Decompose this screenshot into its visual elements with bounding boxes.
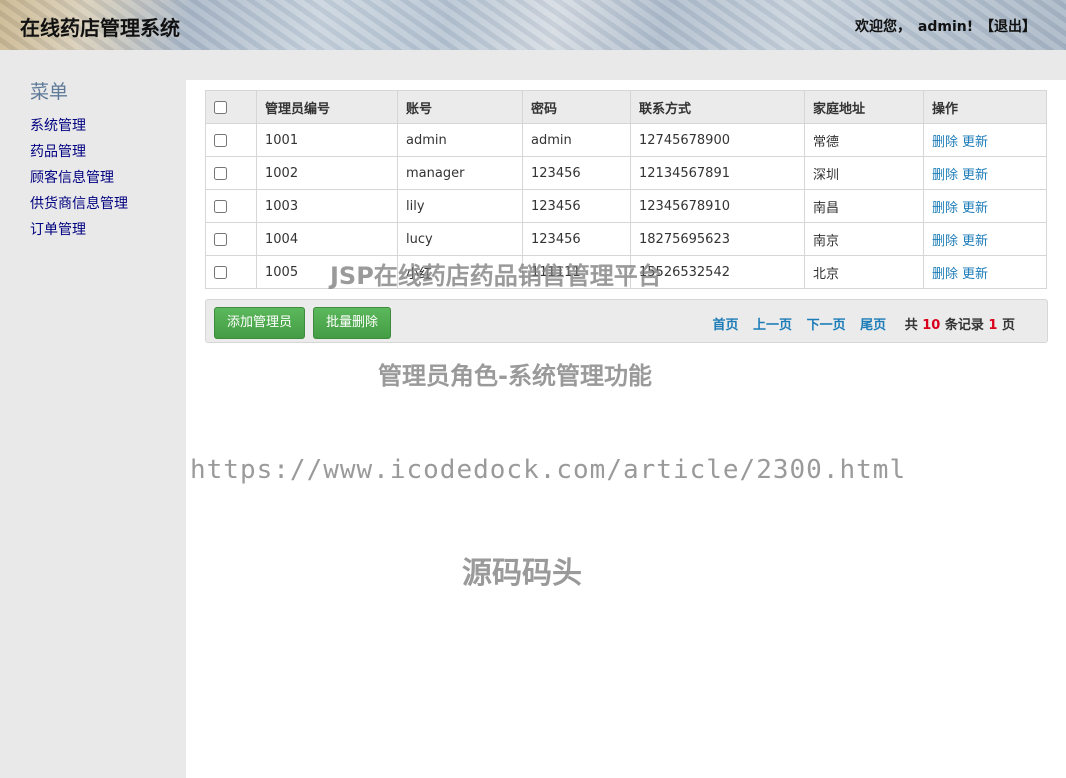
column-header: 操作 (923, 90, 1047, 124)
table-toolbar: 添加管理员 批量删除 首页 上一页 下一页 尾页 共 10 条记录 1 页 (205, 299, 1048, 343)
pagination: 首页 上一页 下一页 尾页 共 10 条记录 1 页 (703, 314, 1016, 333)
site-title: 在线药店管理系统 (20, 16, 180, 40)
delete-link[interactable]: 删除 (932, 168, 958, 183)
cell-actions: 删除 更新 (923, 123, 1047, 157)
cell-account: manager (397, 156, 523, 190)
row-checkbox-cell (205, 255, 257, 289)
top-banner: 在线药店管理系统 欢迎您， admin! 【退出】 (0, 0, 1066, 50)
cell-account: lucy (397, 222, 523, 256)
select-all-checkbox[interactable] (214, 100, 227, 114)
column-header: 密码 (522, 90, 631, 124)
cell-password: 111111 (522, 255, 631, 289)
column-header: 家庭地址 (804, 90, 924, 124)
row-checkbox-cell (205, 222, 257, 256)
table-row: 1001 admin admin 12745678900 常德 删除 更新 (205, 123, 1047, 157)
sidebar-item-customer[interactable]: 顾客信息管理 (30, 168, 128, 194)
row-checkbox[interactable] (214, 133, 227, 147)
cell-phone: 15526532542 (630, 255, 805, 289)
cell-account: 小红 (397, 255, 523, 289)
username: admin! (917, 19, 974, 35)
next-page-link[interactable]: 下一页 (807, 318, 846, 333)
row-checkbox[interactable] (214, 166, 227, 180)
cell-address: 深圳 (804, 156, 924, 190)
menu-title: 菜单 (30, 81, 69, 103)
update-link[interactable]: 更新 (962, 135, 988, 150)
main-content: 管理员编号 账号 密码 联系方式 家庭地址 操作 1001 admin admi… (186, 80, 1066, 778)
user-welcome: 欢迎您， admin! 【退出】 (853, 16, 1036, 36)
admin-table: 管理员编号 账号 密码 联系方式 家庭地址 操作 1001 admin admi… (205, 90, 1047, 289)
sidebar: 菜单 系统管理 药品管理 顾客信息管理 供货商信息管理 订单管理 (0, 50, 186, 778)
add-admin-button[interactable]: 添加管理员 (214, 307, 306, 339)
cell-password: 123456 (522, 156, 631, 190)
delete-link[interactable]: 删除 (932, 267, 958, 282)
welcome-text: 欢迎您， (855, 19, 912, 35)
sidebar-item-medicine[interactable]: 药品管理 (30, 142, 128, 168)
row-checkbox-cell (205, 156, 257, 190)
column-header: 账号 (397, 90, 523, 124)
total-prefix: 共 (904, 318, 918, 333)
cell-phone: 12345678910 (630, 189, 805, 223)
cell-password: 123456 (522, 189, 631, 223)
pages-suffix: 页 (1001, 318, 1015, 333)
cell-phone: 18275695623 (630, 222, 805, 256)
cell-phone: 12745678900 (630, 123, 805, 157)
table-row: 1003 lily 123456 12345678910 南昌 删除 更新 (205, 189, 1047, 223)
column-header: 联系方式 (630, 90, 805, 124)
cell-id: 1001 (256, 123, 398, 157)
total-pages: 1 (988, 318, 998, 333)
total-records: 10 (922, 318, 941, 333)
table-header-row: 管理员编号 账号 密码 联系方式 家庭地址 操作 (205, 90, 1047, 124)
row-checkbox-cell (205, 189, 257, 223)
table-row: 1002 manager 123456 12134567891 深圳 删除 更新 (205, 156, 1047, 190)
cell-address: 南昌 (804, 189, 924, 223)
header-checkbox-cell (205, 90, 257, 124)
row-checkbox[interactable] (214, 265, 227, 279)
table-row: 1005 小红 111111 15526532542 北京 删除 更新 (205, 255, 1047, 289)
delete-link[interactable]: 删除 (932, 135, 958, 150)
cell-actions: 删除 更新 (923, 156, 1047, 190)
sidebar-menu: 系统管理 药品管理 顾客信息管理 供货商信息管理 订单管理 (30, 116, 128, 246)
cell-password: admin (522, 123, 631, 157)
first-page-link[interactable]: 首页 (713, 318, 739, 333)
batch-delete-button[interactable]: 批量删除 (313, 307, 392, 339)
logout-link[interactable]: 【退出】 (980, 19, 1036, 35)
cell-password: 123456 (522, 222, 631, 256)
cell-actions: 删除 更新 (923, 222, 1047, 256)
sidebar-item-orders[interactable]: 订单管理 (30, 220, 128, 246)
update-link[interactable]: 更新 (962, 267, 988, 282)
row-checkbox[interactable] (214, 199, 227, 213)
sidebar-item-system[interactable]: 系统管理 (30, 116, 128, 142)
cell-actions: 删除 更新 (923, 189, 1047, 223)
column-header: 管理员编号 (256, 90, 398, 124)
delete-link[interactable]: 删除 (932, 234, 958, 249)
sidebar-item-supplier[interactable]: 供货商信息管理 (30, 194, 128, 220)
cell-address: 南京 (804, 222, 924, 256)
row-checkbox-cell (205, 123, 257, 157)
records-suffix: 条记录 (944, 318, 984, 333)
update-link[interactable]: 更新 (962, 201, 988, 216)
cell-actions: 删除 更新 (923, 255, 1047, 289)
cell-address: 常德 (804, 123, 924, 157)
cell-id: 1005 (256, 255, 398, 289)
cell-id: 1004 (256, 222, 398, 256)
cell-account: admin (397, 123, 523, 157)
update-link[interactable]: 更新 (962, 234, 988, 249)
table-row: 1004 lucy 123456 18275695623 南京 删除 更新 (205, 222, 1047, 256)
cell-id: 1003 (256, 189, 398, 223)
cell-id: 1002 (256, 156, 398, 190)
cell-phone: 12134567891 (630, 156, 805, 190)
prev-page-link[interactable]: 上一页 (753, 318, 792, 333)
update-link[interactable]: 更新 (962, 168, 988, 183)
cell-account: lily (397, 189, 523, 223)
cell-address: 北京 (804, 255, 924, 289)
row-checkbox[interactable] (214, 232, 227, 246)
last-page-link[interactable]: 尾页 (860, 318, 886, 333)
delete-link[interactable]: 删除 (932, 201, 958, 216)
